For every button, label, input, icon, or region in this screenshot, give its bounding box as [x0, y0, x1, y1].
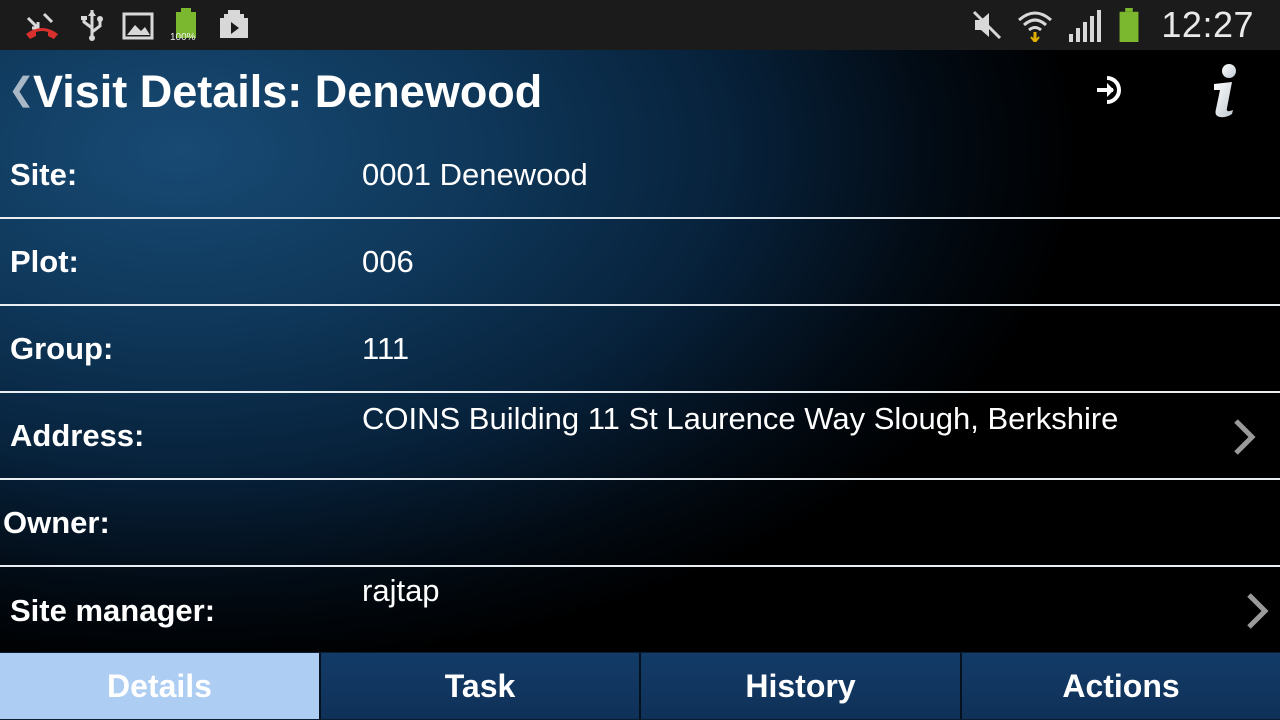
address-label: Address:: [10, 418, 145, 453]
group-value: 111: [362, 331, 410, 366]
plot-label: Plot:: [10, 244, 79, 279]
mute-icon: [973, 10, 1002, 40]
tab-actions[interactable]: Actions: [960, 653, 1280, 719]
tab-history[interactable]: History: [639, 653, 960, 719]
detail-row-owner: Owner:: [0, 480, 1280, 567]
action-bar: ❮ Visit Details: Denewood: [0, 50, 1280, 132]
battery-percent-label: 100%: [170, 32, 196, 43]
missed-call-icon: [26, 12, 58, 39]
logout-icon[interactable]: [1093, 72, 1129, 108]
back-chevron-icon[interactable]: ❮: [8, 70, 35, 108]
visit-details-screen: ❮ Visit Details: Denewood Site: 0001 Den…: [0, 50, 1280, 652]
wifi-icon: [1018, 11, 1053, 42]
detail-row-group: Group: 111: [0, 306, 1280, 393]
clock: 12:27: [1161, 4, 1254, 45]
site-value: 0001 Denewood: [362, 157, 588, 192]
detail-row-site: Site: 0001 Denewood: [0, 132, 1280, 219]
plot-value: 006: [362, 244, 414, 279]
tab-task[interactable]: Task: [319, 653, 639, 719]
site-manager-label: Site manager:: [10, 593, 216, 628]
info-icon[interactable]: [1200, 62, 1248, 120]
group-label: Group:: [10, 331, 114, 366]
notification-icons: 100%: [22, 8, 250, 43]
bottom-tab-bar: Details Task History Actions: [0, 652, 1280, 720]
battery-icon: [1119, 8, 1139, 42]
detail-row-plot: Plot: 006: [0, 219, 1280, 306]
status-bar: 100% 12:27: [0, 0, 1280, 50]
detail-row-address[interactable]: Address: COINS Building 11 St Laurence W…: [0, 393, 1280, 480]
chevron-right-icon[interactable]: [1230, 417, 1258, 457]
battery-full-icon: 100%: [170, 8, 200, 43]
system-status-icons: 12:27: [971, 4, 1254, 45]
address-value: COINS Building 11 St Laurence Way Slough…: [362, 401, 1119, 436]
owner-label: Owner:: [3, 505, 110, 540]
media-upload-icon: [220, 10, 248, 38]
usb-icon: [81, 10, 103, 41]
details-list: Site: 0001 Denewood Plot: 006 Group: 111…: [0, 132, 1280, 652]
detail-row-site-manager[interactable]: Site manager: rajtap: [0, 567, 1280, 652]
image-icon: [122, 12, 154, 40]
chevron-right-icon[interactable]: [1243, 591, 1271, 631]
tab-details[interactable]: Details: [0, 653, 319, 719]
site-label: Site:: [10, 157, 78, 192]
site-manager-value: rajtap: [362, 573, 440, 608]
page-title: Visit Details: Denewood: [33, 66, 543, 117]
signal-icon: [1069, 10, 1102, 42]
